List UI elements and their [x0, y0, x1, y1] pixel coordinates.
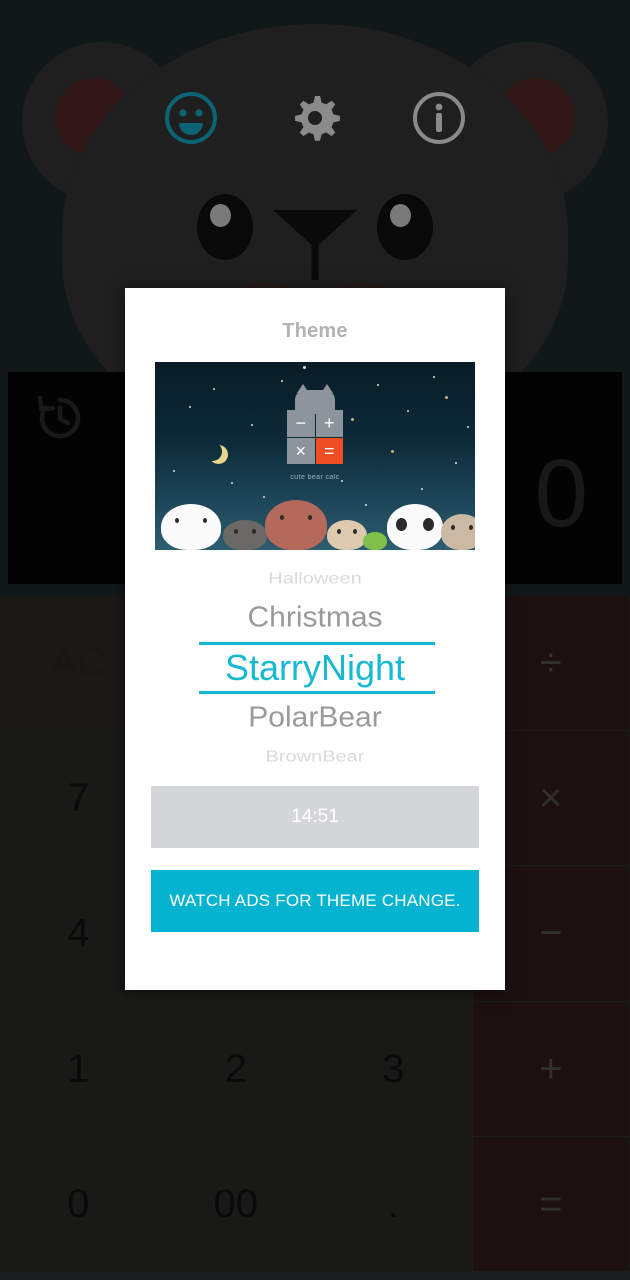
theme-option-halloween[interactable]: Halloween [155, 567, 475, 590]
raccoon-icon [441, 514, 475, 550]
theme-dialog: Theme − + × = cute bear calc Halloween C… [125, 288, 505, 990]
brown-bear-icon [265, 500, 327, 550]
animal-eye-left [395, 517, 407, 531]
preview-key-multiply: × [287, 437, 315, 464]
animal-eye-right [353, 529, 358, 534]
preview-key-equals: = [315, 437, 343, 464]
preview-caption: cute bear calc [290, 474, 340, 481]
animal-eye-right [308, 515, 313, 520]
calculator-app-screen: 0 AC ÷ 7 8 9 × 4 5 6 − 1 2 3 + 0 00 . = [0, 0, 630, 1280]
theme-option-brownbear[interactable]: BrownBear [155, 745, 475, 768]
animal-eye-right [202, 517, 207, 523]
preview-key-subtract: − [287, 410, 315, 437]
animal-eye-left [279, 515, 284, 520]
countdown-value: 14:51 [291, 806, 339, 827]
moon-icon [203, 442, 222, 461]
dialog-title: Theme [282, 320, 348, 342]
animal-eye-left [175, 517, 180, 523]
animal-eye-left [336, 529, 341, 534]
theme-picker-wheel[interactable]: Halloween Christmas StarryNight PolarBea… [155, 556, 475, 780]
animal-eye-right [252, 529, 257, 534]
animal-eye-right [468, 524, 473, 530]
animal-eye-right [423, 517, 435, 531]
theme-option-starrynight[interactable]: StarryNight [155, 642, 475, 694]
animal-eye-left [451, 524, 456, 530]
theme-option-polarbear[interactable]: PolarBear [155, 695, 475, 741]
theme-option-christmas[interactable]: Christmas [155, 595, 475, 641]
otter-icon [327, 520, 367, 550]
preview-key-add: + [315, 410, 343, 437]
calculator-icon: − + × = [287, 410, 343, 464]
watch-ads-button[interactable]: WATCH ADS FOR THEME CHANGE. [151, 870, 479, 932]
panda-icon [387, 504, 443, 550]
countdown-timer: 14:51 [151, 786, 479, 848]
polar-bear-icon [161, 504, 221, 550]
theme-preview-image: − + × = cute bear calc [155, 362, 475, 550]
frog-icon [363, 532, 387, 550]
seal-icon [223, 520, 267, 550]
animal-eye-left [233, 529, 238, 534]
